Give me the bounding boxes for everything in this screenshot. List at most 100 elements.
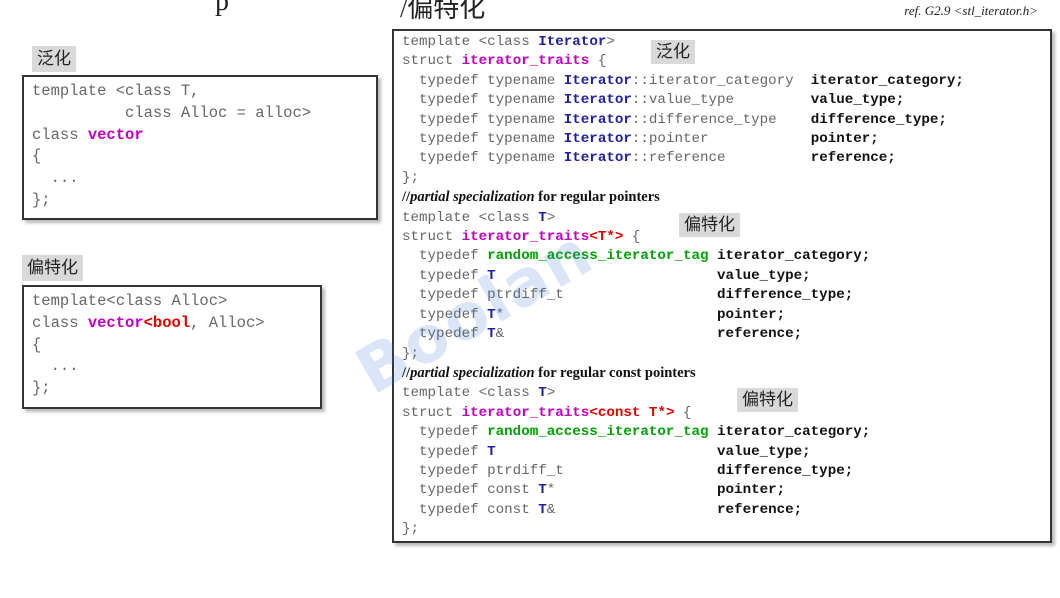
code-token: typedef typename	[402, 92, 564, 109]
code-line: class vector	[32, 125, 368, 147]
code-line: //partial specialization for regular poi…	[402, 188, 1042, 208]
code-line: typedef random_access_iterator_tag itera…	[402, 423, 1042, 442]
code-line: typedef typename Iterator::difference_ty…	[402, 111, 1042, 130]
code-token: typedef	[402, 443, 488, 460]
code-token: };	[32, 379, 51, 398]
code-token: struct	[402, 404, 462, 421]
code-line: struct iterator_traits {	[402, 52, 1042, 71]
code-line: class vector<bool, Alloc>	[32, 313, 312, 335]
code-token: <T*>	[589, 229, 624, 246]
code-token: iterator_category;	[717, 424, 871, 441]
code-token: class Alloc = alloc>	[32, 103, 312, 122]
code-line: typedef typename Iterator::reference ref…	[402, 149, 1042, 168]
code-line: };	[402, 345, 1042, 364]
code-token: typedef	[402, 326, 488, 343]
code-token: //	[402, 364, 411, 381]
code-token: partial specialization	[410, 364, 535, 381]
code-token: };	[402, 345, 420, 362]
code-token: {	[32, 147, 42, 166]
code-token: difference_type;	[717, 462, 854, 479]
code-token: template<class Alloc>	[32, 292, 228, 310]
code-line: ...	[32, 168, 368, 190]
code-line: };	[402, 520, 1042, 539]
code-token: >	[606, 34, 615, 50]
code-token: vector	[87, 313, 144, 332]
code-line: typedef T& reference;	[402, 325, 1042, 344]
code-token: {	[674, 404, 692, 421]
code-token: value_type;	[717, 443, 811, 460]
code-token: for regular const pointers	[534, 364, 696, 381]
code-token: typedef ptrdiff_t	[402, 287, 718, 304]
code-line: template <class T,	[32, 81, 368, 103]
code-line: template <class Iterator>	[402, 33, 1042, 52]
code-token: iterator_traits	[461, 53, 590, 70]
partial-specialization-code-box: template<class Alloc> class vector<bool, …	[22, 285, 322, 409]
code-token: };	[402, 169, 420, 186]
code-token: };	[32, 190, 51, 209]
code-token: difference_type;	[810, 111, 947, 128]
code-token: {	[32, 335, 42, 354]
code-token: typedef typename	[402, 131, 564, 148]
partial-specialization-badge-const-pointers: 偏特化	[737, 388, 798, 412]
code-token: typedef typename	[402, 150, 564, 167]
code-token: *	[546, 482, 718, 499]
code-token: T	[538, 482, 547, 499]
code-token: class	[32, 125, 88, 144]
code-token: vector	[87, 125, 144, 144]
code-token: reference;	[717, 501, 803, 518]
code-line: struct iterator_traits<const T*> {	[402, 404, 1042, 423]
code-token: Iterator	[563, 111, 632, 128]
code-line: };	[402, 169, 1042, 188]
code-line: typedef ptrdiff_t difference_type;	[402, 462, 1042, 481]
code-token: {	[623, 229, 641, 246]
code-line: typedef typename Iterator::value_type va…	[402, 91, 1042, 110]
code-token: pointer;	[810, 131, 879, 148]
code-token: struct	[402, 229, 462, 246]
code-token: T	[487, 306, 496, 323]
code-token: , Alloc>	[190, 313, 265, 332]
code-token: reference;	[810, 150, 896, 167]
code-token: pointer;	[717, 482, 786, 499]
code-line: typedef T* pointer;	[402, 306, 1042, 325]
code-token: T	[538, 501, 547, 518]
code-token: Iterator	[538, 34, 607, 50]
code-token: Iterator	[563, 92, 632, 109]
code-token: random_access_iterator_tag	[487, 424, 709, 441]
code-line: typedef T value_type;	[402, 267, 1042, 286]
iterator-traits-code-box: template <class Iterator> struct iterator…	[392, 29, 1052, 543]
code-token: ::reference	[631, 150, 811, 167]
code-line: {	[32, 146, 368, 168]
code-token: iterator_traits	[461, 229, 590, 246]
code-token: template <class	[402, 34, 539, 50]
code-token: };	[402, 521, 420, 538]
code-token: template <class T,	[32, 82, 200, 100]
code-token: {	[589, 53, 607, 70]
code-token: T	[487, 267, 496, 284]
code-line: template<class Alloc>	[32, 291, 312, 313]
code-token: struct	[402, 53, 462, 70]
code-token: class	[32, 313, 88, 332]
code-line: class Alloc = alloc>	[32, 103, 368, 125]
partial-specialization-label: 偏特化	[22, 255, 83, 281]
code-line: };	[32, 378, 312, 400]
code-token: T	[538, 385, 547, 402]
code-line: template <class T>	[402, 384, 1042, 403]
code-token: value_type;	[717, 267, 811, 284]
slide-title-fragment-left: p	[215, 0, 229, 17]
code-line: typedef typename Iterator::pointer point…	[402, 130, 1042, 149]
code-token: ::difference_type	[631, 111, 811, 128]
code-token: Iterator	[563, 72, 632, 89]
source-reference: ref. G2.9 <stl_iterator.h>	[904, 3, 1038, 18]
code-token: iterator_category;	[717, 248, 871, 265]
code-token: typedef	[402, 248, 488, 265]
code-token: ::iterator_category	[631, 72, 811, 89]
code-token: reference;	[717, 326, 803, 343]
code-token: >	[546, 209, 556, 226]
code-line: typedef T value_type;	[402, 443, 1042, 462]
code-line: typedef random_access_iterator_tag itera…	[402, 247, 1042, 266]
code-token: typedef	[402, 267, 488, 284]
code-token: ::value_type	[631, 92, 811, 109]
